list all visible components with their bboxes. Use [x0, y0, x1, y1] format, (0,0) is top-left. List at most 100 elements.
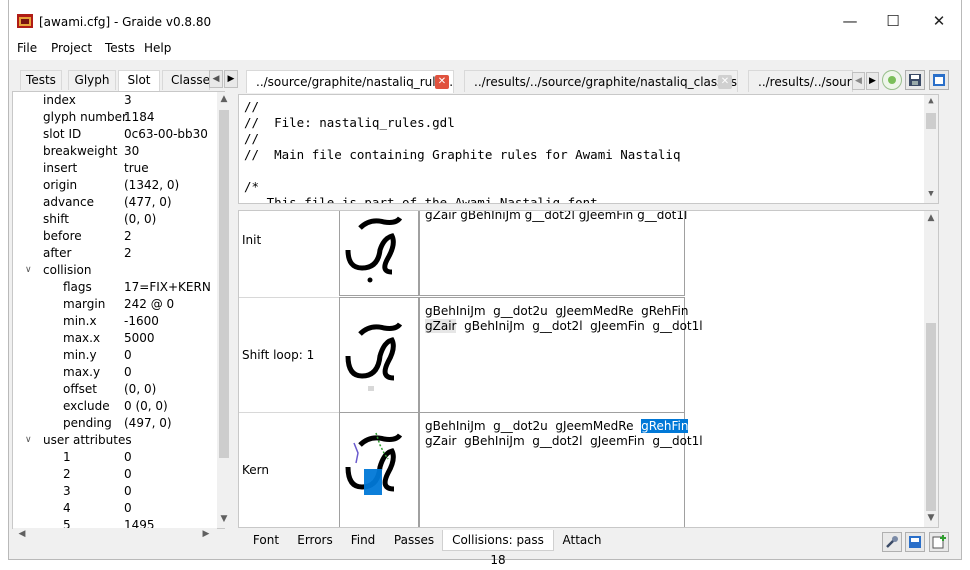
slot-property-row[interactable]: glyph number 1184	[13, 109, 213, 126]
run-icon[interactable]	[882, 70, 902, 90]
tab-slot[interactable]: Slot	[118, 70, 160, 91]
app-icon	[17, 14, 33, 28]
code-vertical-scrollbar[interactable]: ▲ ▼	[924, 95, 938, 203]
file-tab-classes[interactable]: ../results/../source/graphite/nastaliq_c…	[464, 70, 738, 92]
close-icon[interactable]: ✕	[929, 12, 949, 32]
slot-property-row[interactable]: 20	[13, 466, 213, 483]
hscroll-left-icon[interactable]: ◀	[15, 529, 29, 539]
slot-property-row[interactable]: shift (0, 0)	[13, 211, 213, 228]
menu-tests[interactable]: Tests	[105, 41, 135, 55]
file-tab-rules[interactable]: ../source/graphite/nastaliq_rules.gdl ✕	[246, 70, 454, 93]
tab-font[interactable]: Font	[246, 530, 286, 551]
scroll-right-icon[interactable]: ▶	[224, 70, 238, 88]
scroll-thumb[interactable]	[926, 323, 936, 511]
minimize-icon[interactable]: —	[840, 12, 860, 32]
slot-property-row[interactable]: pending (497, 0)	[13, 415, 213, 432]
left-horizontal-scrollbar[interactable]: ◀ ▶	[13, 528, 217, 542]
scroll-thumb[interactable]	[926, 113, 936, 129]
slot-property-row[interactable]: collision ∨	[13, 262, 213, 279]
menu-help[interactable]: Help	[144, 41, 171, 55]
scroll-up-icon[interactable]: ▲	[217, 94, 231, 104]
tab-glyph[interactable]: Glyph	[68, 70, 116, 90]
slot-property-row[interactable]: breakweight 30	[13, 143, 213, 160]
file-tab-label: ../results/../source/graphite/nastaliq_c…	[474, 75, 738, 89]
slot-property-value: 0	[124, 348, 132, 362]
expand-arrow-icon[interactable]: ∨	[25, 432, 32, 449]
save-icon[interactable]	[905, 532, 925, 552]
tab-collisions[interactable]: Collisions: pass 18	[442, 530, 554, 567]
hscroll-right-icon[interactable]: ▶	[199, 529, 213, 539]
left-vertical-scrollbar[interactable]: ▲ ▼	[217, 92, 231, 528]
glyph-image[interactable]	[339, 297, 419, 413]
close-tab-icon[interactable]: ✕	[435, 75, 449, 89]
slot-property-row[interactable]: after 2	[13, 245, 213, 262]
slot-property-row[interactable]: before 2	[13, 228, 213, 245]
glyph-names-cell[interactable]: gBehIniJm g__dot2u gJeemMedRe gRehFin gZ…	[419, 297, 703, 413]
scroll-thumb[interactable]	[219, 110, 229, 458]
slot-property-row[interactable]: slot ID 0c63-00-bb30	[13, 126, 213, 143]
scroll-up-icon[interactable]: ▲	[924, 96, 938, 106]
slot-property-row[interactable]: exclude 0 (0, 0)	[13, 398, 213, 415]
view-icon[interactable]	[929, 70, 949, 90]
slot-property-value: 30	[124, 144, 140, 158]
glyph-names-cell[interactable]: gZair gBehIniJm g__dot2l gJeemFin g__dot…	[419, 211, 687, 296]
glyph-names-line: gBehIniJm g__dot2u gJeemMedRe gRehFin	[425, 304, 689, 318]
slot-property-row[interactable]: 30	[13, 483, 213, 500]
menu-file[interactable]: File	[17, 41, 37, 55]
code-line: // Main file containing Graphite rules f…	[244, 147, 681, 162]
slot-property-row[interactable]: margin 242 @ 0	[13, 296, 213, 313]
glyph-image[interactable]	[339, 412, 419, 527]
slot-property-key: index	[43, 93, 76, 107]
save-icon[interactable]	[905, 70, 925, 90]
file-tab-more[interactable]: ../results/../source/graphite/nastaliq_.…	[748, 70, 853, 92]
slot-property-row[interactable]: user attributes ∨	[13, 432, 213, 449]
tab-find[interactable]: Find	[344, 530, 382, 551]
slot-property-row[interactable]: min.y 0	[13, 347, 213, 364]
wrench-icon[interactable]	[882, 532, 902, 552]
slot-property-value: 1184	[124, 110, 155, 124]
scroll-left-icon[interactable]: ◀	[209, 70, 223, 88]
maximize-icon[interactable]: ☐	[883, 12, 903, 32]
slot-property-row[interactable]: insert true	[13, 160, 213, 177]
tab-passes[interactable]: Passes	[390, 530, 438, 551]
slot-property-row[interactable]: 10	[13, 449, 213, 466]
slot-property-row[interactable]: advance (477, 0)	[13, 194, 213, 211]
glyph-name-selected[interactable]: gRehFin	[641, 419, 689, 433]
close-tab-icon[interactable]: ✕	[718, 75, 732, 89]
code-line: //	[244, 99, 260, 114]
slot-property-row[interactable]: index 3	[13, 92, 213, 109]
slot-property-value: 0	[124, 501, 132, 515]
scroll-down-icon[interactable]: ▼	[924, 513, 938, 523]
slot-property-key: collision	[43, 263, 92, 277]
scroll-up-icon[interactable]: ▲	[924, 213, 938, 223]
tab-classes[interactable]: Classes	[162, 70, 216, 90]
glyph-names-cell[interactable]: gBehIniJm g__dot2u gJeemMedRe gRehFin gZ…	[419, 412, 703, 527]
slot-property-key: margin	[63, 297, 106, 311]
scroll-down-icon[interactable]: ▼	[217, 514, 231, 524]
slot-property-row[interactable]: min.x -1600	[13, 313, 213, 330]
tabs-left-icon[interactable]: ◀	[852, 72, 865, 90]
tabs-right-icon[interactable]: ▶	[866, 72, 879, 90]
tab-tests[interactable]: Tests	[20, 70, 62, 90]
menu-project[interactable]: Project	[51, 41, 92, 55]
slot-property-row[interactable]: max.y 0	[13, 364, 213, 381]
glyph-image[interactable]	[339, 211, 419, 296]
slot-property-row[interactable]: 40	[13, 500, 213, 517]
tab-errors[interactable]: Errors	[292, 530, 338, 551]
slot-property-row[interactable]: max.x 5000	[13, 330, 213, 347]
expand-arrow-icon[interactable]: ∨	[25, 262, 32, 279]
code-line: /*	[244, 179, 260, 194]
code-line: This file is part of the Awami Nastaliq …	[244, 195, 598, 204]
tab-attach[interactable]: Attach	[558, 530, 606, 551]
code-editor[interactable]: //// File: nastaliq_rules.gdl//// Main f…	[238, 94, 939, 204]
glyph-name-highlighted[interactable]: gZair	[425, 319, 457, 333]
scroll-down-icon[interactable]: ▼	[924, 189, 938, 199]
slot-property-row[interactable]: offset (0, 0)	[13, 381, 213, 398]
slot-property-key: min.x	[63, 314, 97, 328]
slot-property-value: 0	[124, 467, 132, 481]
slot-property-value: (477, 0)	[124, 195, 172, 209]
slot-property-row[interactable]: origin (1342, 0)	[13, 177, 213, 194]
add-icon[interactable]	[929, 532, 949, 552]
grid-vertical-scrollbar[interactable]: ▲ ▼	[924, 211, 938, 527]
slot-property-row[interactable]: flags 17=FIX+KERN	[13, 279, 213, 296]
